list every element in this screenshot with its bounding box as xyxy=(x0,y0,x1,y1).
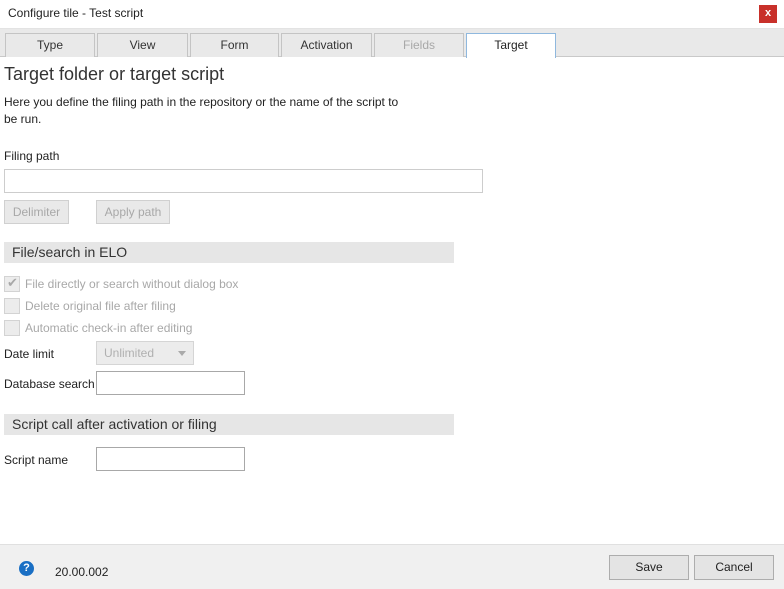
title-bar: Configure tile - Test script x xyxy=(0,0,784,29)
tab-fields: Fields xyxy=(374,33,464,57)
save-button[interactable]: Save xyxy=(609,555,689,580)
footer: ? 20.00.002 Save Cancel xyxy=(0,544,784,589)
checkbox-row-file-directly: ✔ File directly or search without dialog… xyxy=(4,275,264,293)
filing-path-label: Filing path xyxy=(4,149,60,163)
page-description: Here you define the filing path in the r… xyxy=(4,95,399,126)
auto-checkin-label: Automatic check-in after editing xyxy=(25,321,193,335)
close-button[interactable]: x xyxy=(759,5,777,23)
delimiter-button: Delimiter xyxy=(4,200,69,224)
window-title: Configure tile - Test script xyxy=(8,6,144,20)
script-name-input[interactable] xyxy=(96,447,245,471)
tab-view[interactable]: View xyxy=(97,33,188,57)
chevron-down-icon xyxy=(178,351,186,356)
checkbox-row-auto-checkin: Automatic check-in after editing xyxy=(4,319,264,337)
tab-form[interactable]: Form xyxy=(190,33,279,57)
filing-path-input[interactable] xyxy=(4,169,483,193)
cancel-button[interactable]: Cancel xyxy=(694,555,774,580)
tab-type[interactable]: Type xyxy=(5,33,95,57)
tab-activation[interactable]: Activation xyxy=(281,33,372,57)
tab-target[interactable]: Target xyxy=(466,33,556,58)
section-script-call: Script call after activation or filing xyxy=(4,414,454,435)
checkmark-icon: ✔ xyxy=(7,275,18,290)
date-limit-label: Date limit xyxy=(4,347,55,361)
page-title: Target folder or target script xyxy=(4,64,225,84)
auto-checkin-checkbox xyxy=(4,320,20,336)
section-file-search: File/search in ELO xyxy=(4,242,454,263)
date-limit-select: Unlimited xyxy=(96,341,194,365)
script-name-label: Script name xyxy=(4,453,69,467)
version-label: 20.00.002 xyxy=(55,565,109,579)
file-directly-label: File directly or search without dialog b… xyxy=(25,277,239,291)
checkbox-row-delete-original: Delete original file after filing xyxy=(4,297,264,315)
date-limit-value: Unlimited xyxy=(104,346,155,360)
file-directly-checkbox: ✔ xyxy=(4,275,20,292)
delete-original-checkbox xyxy=(4,298,20,314)
delete-original-label: Delete original file after filing xyxy=(25,299,176,313)
tab-bar: Type View Form Activation Fields Target xyxy=(0,29,784,58)
question-circle-icon[interactable]: ? xyxy=(19,561,34,576)
database-search-label: Database search xyxy=(4,377,95,391)
database-search-input[interactable] xyxy=(96,371,245,395)
apply-path-button: Apply path xyxy=(96,200,170,224)
